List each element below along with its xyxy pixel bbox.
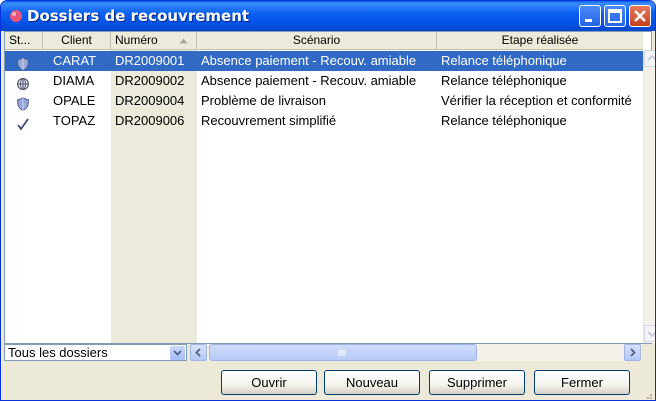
column-header-etape[interactable]: Etape réalisée bbox=[437, 32, 643, 50]
scroll-right-button[interactable] bbox=[624, 344, 641, 361]
maximize-button[interactable] bbox=[604, 5, 626, 27]
column-header-client[interactable]: Client bbox=[43, 32, 111, 50]
delete-button[interactable]: Supprimer bbox=[429, 370, 525, 395]
table-row[interactable]: OPALE DR2009004 Problème de livraison Vé… bbox=[5, 91, 643, 111]
scroll-up-button[interactable] bbox=[644, 50, 655, 67]
dossier-filter-value: Tous les dossiers bbox=[8, 345, 108, 360]
column-header-scenario[interactable]: Scénario bbox=[197, 32, 437, 50]
chevron-down-icon bbox=[647, 331, 655, 338]
column-header-numero-label: Numéro bbox=[115, 33, 158, 47]
button-bar: Ouvrir Nouveau Supprimer Fermer bbox=[1, 362, 655, 400]
chevron-down-icon bbox=[173, 350, 182, 356]
new-button[interactable]: Nouveau bbox=[324, 370, 420, 395]
filter-bar: Tous les dossiers bbox=[4, 344, 652, 361]
dropdown-button[interactable] bbox=[170, 346, 185, 360]
client-cell: DIAMA bbox=[53, 73, 95, 88]
close-window-button[interactable] bbox=[629, 5, 651, 27]
close-icon bbox=[634, 10, 646, 22]
scenario-cell: Problème de livraison bbox=[201, 93, 327, 108]
chevron-left-icon bbox=[195, 348, 201, 357]
etape-cell: Vérifier la réception et conformité bbox=[441, 93, 632, 108]
open-button[interactable]: Ouvrir bbox=[221, 370, 317, 395]
table-row[interactable]: CARAT DR2009001 Absence paiement - Recou… bbox=[5, 51, 643, 71]
scenario-cell: Recouvrement simplifié bbox=[201, 113, 337, 128]
chevron-right-icon bbox=[630, 348, 636, 357]
column-header-status[interactable]: St... bbox=[5, 32, 43, 50]
table-row[interactable]: DIAMA DR2009002 Absence paiement - Recou… bbox=[5, 71, 643, 91]
minimize-icon bbox=[585, 19, 592, 22]
dossiers-window: Dossiers de recouvrement St... Client Nu… bbox=[0, 0, 656, 401]
column-header-numero[interactable]: Numéro bbox=[111, 32, 197, 50]
numero-cell: DR2009001 bbox=[115, 53, 185, 68]
numero-cell: DR2009006 bbox=[115, 113, 185, 128]
title-bar[interactable]: Dossiers de recouvrement bbox=[1, 1, 655, 31]
minimize-button[interactable] bbox=[579, 5, 601, 27]
etape-cell: Relance téléphonique bbox=[441, 73, 567, 88]
window-title: Dossiers de recouvrement bbox=[27, 7, 250, 25]
dossiers-table[interactable]: St... Client Numéro Scénario Etape réali… bbox=[4, 31, 655, 344]
sort-ascending-icon bbox=[179, 38, 188, 44]
numero-cell: DR2009004 bbox=[115, 93, 185, 108]
grip-icon bbox=[338, 350, 346, 356]
horizontal-scrollbar[interactable] bbox=[190, 344, 642, 361]
scroll-down-button[interactable] bbox=[644, 325, 655, 342]
scroll-thumb[interactable] bbox=[209, 344, 477, 361]
numero-cell: DR2009002 bbox=[115, 73, 185, 88]
client-cell: TOPAZ bbox=[53, 113, 96, 128]
etape-cell: Relance téléphonique bbox=[441, 113, 567, 128]
vertical-scrollbar[interactable] bbox=[643, 50, 655, 343]
chevron-up-icon bbox=[647, 54, 655, 61]
dossier-filter-select[interactable]: Tous les dossiers bbox=[4, 344, 187, 361]
scenario-cell: Absence paiement - Recouv. amiable bbox=[201, 53, 417, 68]
etape-cell: Relance téléphonique bbox=[441, 53, 567, 68]
close-button[interactable]: Fermer bbox=[534, 370, 630, 395]
checkmark-icon bbox=[17, 118, 29, 131]
client-cell: OPALE bbox=[53, 93, 96, 108]
table-header: St... Client Numéro Scénario Etape réali… bbox=[5, 32, 643, 50]
scenario-cell: Absence paiement - Recouv. amiable bbox=[201, 73, 417, 88]
resize-grip-icon[interactable] bbox=[643, 390, 653, 400]
table-row[interactable]: TOPAZ DR2009006 Recouvrement simplifié R… bbox=[5, 111, 643, 131]
app-icon bbox=[10, 10, 22, 22]
scroll-left-button[interactable] bbox=[190, 344, 207, 361]
client-cell: CARAT bbox=[53, 53, 97, 68]
maximize-icon bbox=[608, 9, 622, 23]
